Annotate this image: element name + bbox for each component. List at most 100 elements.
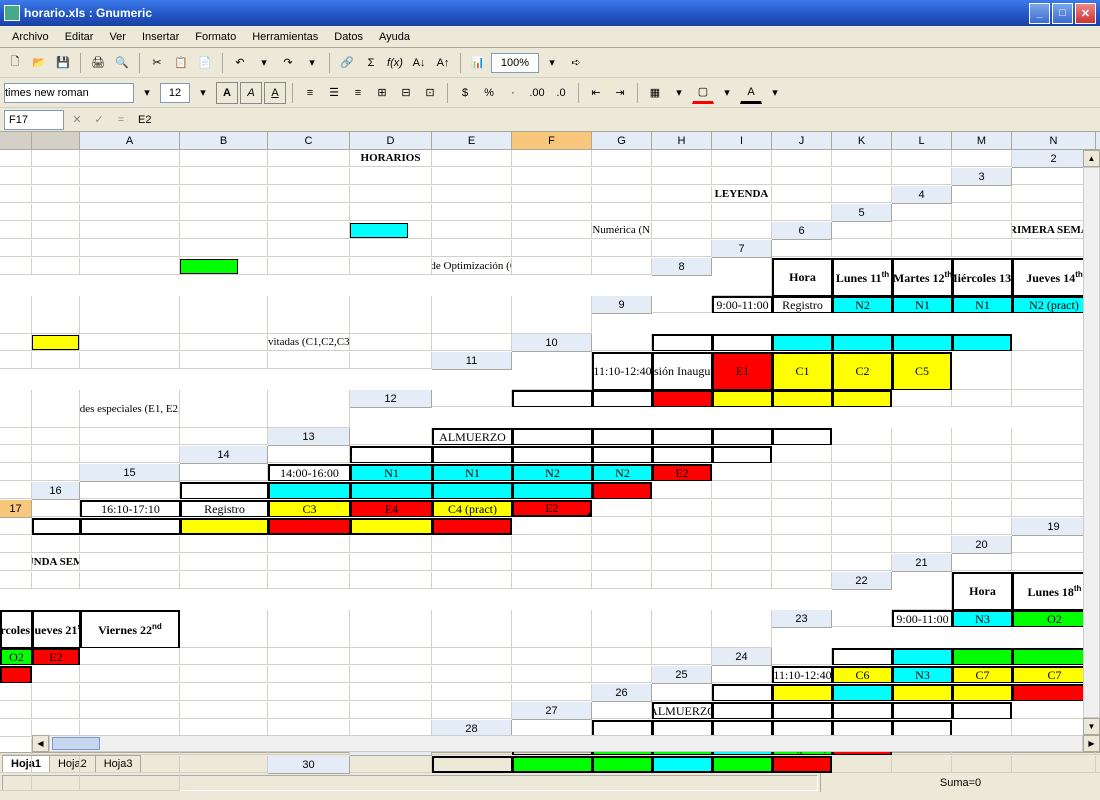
cell-C3[interactable] — [32, 186, 80, 203]
close-button[interactable]: ✕ — [1075, 3, 1096, 24]
cell-E21[interactable] — [80, 572, 180, 589]
cell-L4[interactable] — [652, 204, 712, 221]
cell-J21[interactable] — [512, 572, 592, 589]
cell-M6[interactable] — [592, 240, 652, 257]
cell-J20[interactable] — [592, 554, 652, 571]
cell-H13[interactable] — [892, 428, 952, 445]
col-header-J[interactable]: J — [772, 132, 832, 150]
menu-formato[interactable]: Formato — [187, 29, 244, 45]
cell-E15[interactable]: N2 — [592, 464, 652, 481]
cell-A19[interactable] — [0, 536, 32, 553]
currency-icon[interactable]: $ — [454, 82, 476, 104]
cell-M7[interactable] — [512, 258, 592, 275]
cell-C14[interactable] — [512, 446, 592, 463]
cell-D26[interactable] — [892, 684, 952, 701]
cell-B7[interactable] — [892, 240, 952, 257]
cell-M14[interactable] — [0, 464, 32, 481]
cell-B23[interactable]: N3 — [952, 610, 1012, 627]
cell-G13[interactable] — [832, 428, 892, 445]
cell-G22[interactable] — [180, 610, 268, 648]
row-header-14[interactable]: 14 — [180, 446, 268, 464]
cell-N23[interactable] — [652, 648, 712, 665]
new-icon[interactable]: 🗋 — [4, 52, 26, 74]
cell-L7[interactable]: Cursos de Optimización (O1, O2) — [432, 258, 512, 275]
cell-J1[interactable] — [712, 150, 772, 167]
cell-I10[interactable] — [0, 352, 32, 369]
cell-K12[interactable] — [0, 428, 32, 445]
cell-G1[interactable] — [512, 150, 592, 167]
cell-I1[interactable] — [652, 150, 712, 167]
cell-I4[interactable] — [432, 204, 512, 221]
cell-K15[interactable] — [952, 464, 1012, 481]
accept-formula-icon[interactable]: ✓ — [90, 111, 108, 129]
cell-F4[interactable] — [180, 204, 268, 221]
indent-inc-icon[interactable]: ⇥ — [609, 82, 631, 104]
cell-L23[interactable] — [512, 648, 592, 665]
cell-A25[interactable]: 11:10-12:40 — [772, 666, 832, 683]
cell-D30[interactable] — [652, 756, 712, 773]
cell-M4[interactable] — [712, 204, 772, 221]
cell-C21[interactable] — [0, 572, 32, 589]
cell-L5[interactable]: Cursos de Numérica (N1, N2, N3) — [592, 222, 652, 239]
cell-N10[interactable] — [350, 352, 432, 369]
row-header-13[interactable]: 13 — [268, 428, 350, 446]
cell-F20[interactable] — [268, 554, 350, 571]
cell-J24[interactable] — [268, 666, 350, 683]
cell-L6[interactable] — [512, 240, 592, 257]
cell-D27[interactable] — [832, 702, 892, 719]
cell-D21[interactable] — [32, 572, 80, 589]
undo-dropdown-icon[interactable]: ▾ — [253, 52, 275, 74]
cell-D1[interactable] — [268, 150, 350, 167]
chart-icon[interactable]: 📊 — [467, 52, 489, 74]
cell-D25[interactable]: C7 — [952, 666, 1012, 683]
cell-C7[interactable] — [952, 240, 1012, 257]
cell-D13[interactable] — [652, 428, 712, 445]
cell-A16[interactable] — [180, 482, 268, 499]
split-icon[interactable]: ⊟ — [395, 82, 417, 104]
cell-C20[interactable]: SEGUNDA SEMANA — [32, 554, 80, 571]
cancel-formula-icon[interactable]: ✕ — [68, 111, 86, 129]
cell-A15[interactable]: 14:00-16:00 — [268, 464, 350, 481]
borders-dropdown-icon[interactable]: ▾ — [668, 82, 690, 104]
cell-E13[interactable] — [712, 428, 772, 445]
cell-N30[interactable] — [80, 774, 180, 791]
cell-F22[interactable]: Viernes 22nd — [80, 610, 180, 648]
select-all-corner[interactable] — [0, 132, 32, 150]
cell-F11[interactable]: C5 — [892, 352, 952, 390]
cell-E17[interactable]: C4 (pract) — [432, 500, 512, 517]
preview-icon[interactable]: 🔍 — [111, 52, 133, 74]
cell-E27[interactable] — [892, 702, 952, 719]
cell-H15[interactable] — [772, 464, 832, 481]
cell-G18[interactable] — [512, 518, 592, 535]
cell-C12[interactable] — [652, 390, 712, 407]
cell-I8[interactable] — [80, 296, 180, 334]
cell-gutter-4[interactable] — [952, 186, 1012, 203]
cell-E20[interactable] — [180, 554, 268, 571]
sum-icon[interactable]: Σ — [360, 52, 382, 74]
col-header-K[interactable]: K — [832, 132, 892, 150]
cell-M2[interactable] — [832, 168, 892, 185]
cell-E23[interactable]: O2 — [0, 648, 32, 665]
col-header-B[interactable]: B — [180, 132, 268, 150]
cell-J30[interactable] — [1012, 756, 1096, 773]
cell-F24[interactable] — [0, 666, 32, 683]
cell-D2[interactable] — [180, 168, 268, 185]
cell-M30[interactable] — [32, 774, 80, 791]
italic-icon[interactable]: A — [240, 82, 262, 104]
cell-D16[interactable] — [432, 482, 512, 499]
cell-N1[interactable] — [952, 150, 1012, 167]
cell-B12[interactable] — [592, 390, 652, 407]
redo-icon[interactable]: ↷ — [277, 52, 299, 74]
cell-K5[interactable] — [512, 222, 592, 239]
cell-I6[interactable] — [268, 240, 350, 257]
cell-gutter-13[interactable] — [350, 428, 432, 445]
cell-B17[interactable]: Registro — [180, 500, 268, 517]
cell-N3[interactable] — [832, 186, 892, 203]
percent-icon[interactable]: % — [478, 82, 500, 104]
cell-C30[interactable] — [592, 756, 652, 773]
cell-L10[interactable] — [180, 352, 268, 369]
cell-B15[interactable]: N1 — [350, 464, 432, 481]
cell-B30[interactable] — [512, 756, 592, 773]
cell-G25[interactable] — [0, 684, 32, 701]
cell-L29[interactable] — [32, 756, 80, 773]
